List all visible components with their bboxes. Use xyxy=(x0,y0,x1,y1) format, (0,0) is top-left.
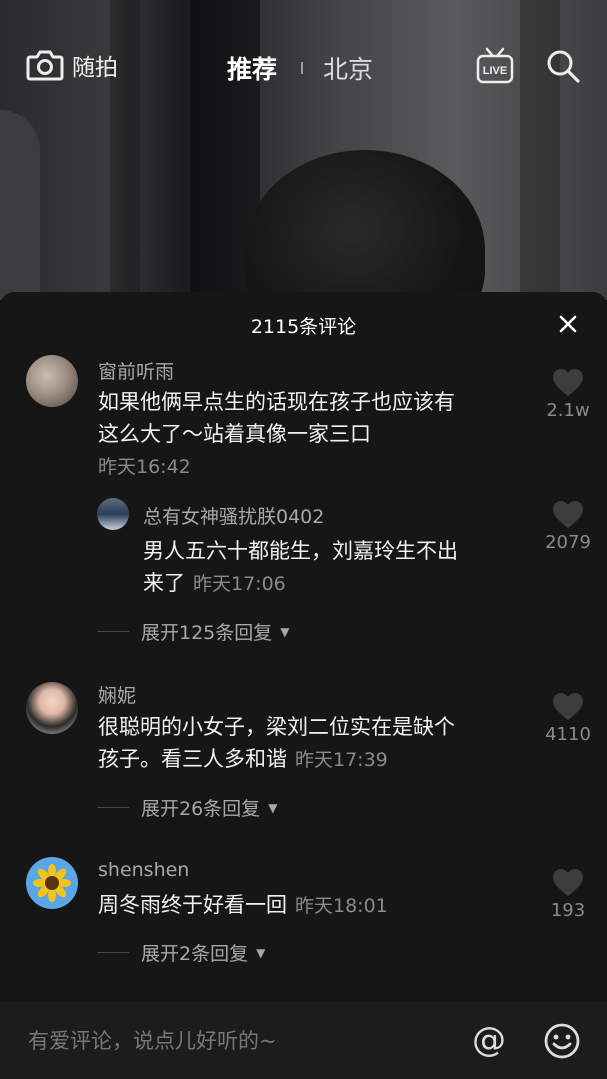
comment-time: 昨天16:42 xyxy=(98,456,191,478)
reply-username[interactable]: 总有女神骚扰朕0402 xyxy=(143,502,324,529)
expand-replies[interactable]: 展开26条回复 ▼ xyxy=(97,794,277,821)
expand-replies-label: 展开125条回复 xyxy=(141,622,273,644)
expand-replies[interactable]: 展开125条回复 ▼ xyxy=(97,618,290,645)
sunflower-icon xyxy=(33,864,71,902)
live-icon[interactable]: LIVE xyxy=(476,46,514,86)
divider-line xyxy=(97,631,129,632)
divider-line xyxy=(97,807,129,808)
avatar[interactable] xyxy=(26,857,78,909)
top-bar: 随拍 推荐 北京 LIVE xyxy=(0,40,607,92)
chevron-down-icon: ▼ xyxy=(256,945,266,960)
comment-text: 如果他俩早点生的话现在孩子也应该有 这么大了～站着真像一家三口 xyxy=(98,386,455,450)
like-button[interactable]: 2.1w xyxy=(533,368,603,421)
like-count: 2079 xyxy=(545,532,591,553)
like-count: 2.1w xyxy=(546,400,590,421)
comment-text: 周冬雨终于好看一回 昨天18:01 xyxy=(98,889,388,922)
comment-text-line: 来了 昨天17:06 xyxy=(143,567,458,600)
comment-text-line: 孩子。看三人多和谐 昨天17:39 xyxy=(98,743,455,776)
mention-button[interactable]: @ xyxy=(472,1022,506,1058)
reply-text: 男人五六十都能生，刘嘉玲生不出 来了 昨天17:06 xyxy=(143,535,458,600)
divider-line xyxy=(97,952,129,953)
comment-time: 昨天17:39 xyxy=(295,749,388,771)
person-head xyxy=(245,150,485,300)
avatar[interactable] xyxy=(26,355,78,407)
comment-text-fragment: 孩子。看三人多和谐 xyxy=(98,747,287,771)
like-button[interactable]: 193 xyxy=(533,868,603,921)
comment-input[interactable] xyxy=(28,1022,448,1060)
person-silhouette xyxy=(0,110,40,300)
comment-username[interactable]: shenshen xyxy=(98,859,189,881)
comment-username[interactable]: 娴妮 xyxy=(98,681,136,708)
comment-input-bar: @ xyxy=(0,1002,607,1079)
heart-icon xyxy=(553,501,583,528)
chevron-down-icon: ▼ xyxy=(268,800,278,815)
shoot-label: 随拍 xyxy=(72,55,118,81)
svg-text:LIVE: LIVE xyxy=(483,65,507,77)
heart-icon xyxy=(553,693,583,720)
like-count: 4110 xyxy=(545,724,591,745)
comment-text-line: 如果他俩早点生的话现在孩子也应该有 xyxy=(98,390,455,414)
comment-text-fragment: 周冬雨终于好看一回 xyxy=(98,893,287,917)
comment-text: 很聪明的小女子，梁刘二位实在是缺个 孩子。看三人多和谐 昨天17:39 xyxy=(98,711,455,776)
chevron-down-icon: ▼ xyxy=(280,624,290,639)
comment-text-line: 很聪明的小女子，梁刘二位实在是缺个 xyxy=(98,715,455,739)
comment-text-line: 这么大了～站着真像一家三口 xyxy=(98,422,371,446)
expand-replies-label: 展开26条回复 xyxy=(141,798,261,820)
comment-count-title: 2115条评论 xyxy=(250,316,357,338)
comment-username[interactable]: 窗前听雨 xyxy=(98,357,174,384)
close-icon[interactable] xyxy=(554,310,582,338)
avatar[interactable] xyxy=(26,682,78,734)
heart-icon xyxy=(553,369,583,396)
camera-icon xyxy=(26,50,64,81)
expand-replies[interactable]: 展开2条回复 ▼ xyxy=(97,939,265,966)
comment-text-line: 周冬雨终于好看一回 昨天18:01 xyxy=(98,889,388,922)
comment-time: 昨天17:06 xyxy=(193,573,286,595)
shoot-button[interactable]: 随拍 xyxy=(26,48,118,82)
heart-icon xyxy=(553,869,583,896)
expand-replies-label: 展开2条回复 xyxy=(141,943,249,965)
like-button[interactable]: 4110 xyxy=(533,692,603,745)
like-count: 193 xyxy=(550,900,586,921)
comment-text-line: 男人五六十都能生，刘嘉玲生不出 xyxy=(143,539,458,563)
like-button[interactable]: 2079 xyxy=(533,500,603,553)
avatar[interactable] xyxy=(97,498,129,530)
search-icon[interactable] xyxy=(545,48,581,84)
tab-city[interactable]: 北京 xyxy=(323,50,373,86)
tab-divider xyxy=(301,62,303,74)
tab-recommend[interactable]: 推荐 xyxy=(227,50,277,86)
comment-text-fragment: 来了 xyxy=(143,571,185,595)
comment-time: 昨天18:01 xyxy=(295,895,388,917)
emoji-icon[interactable] xyxy=(543,1022,581,1060)
comment-sheet: 2115条评论 窗前听雨 如果他俩早点生的话现在孩子也应该有 这么大了～站着真像… xyxy=(0,292,607,1002)
